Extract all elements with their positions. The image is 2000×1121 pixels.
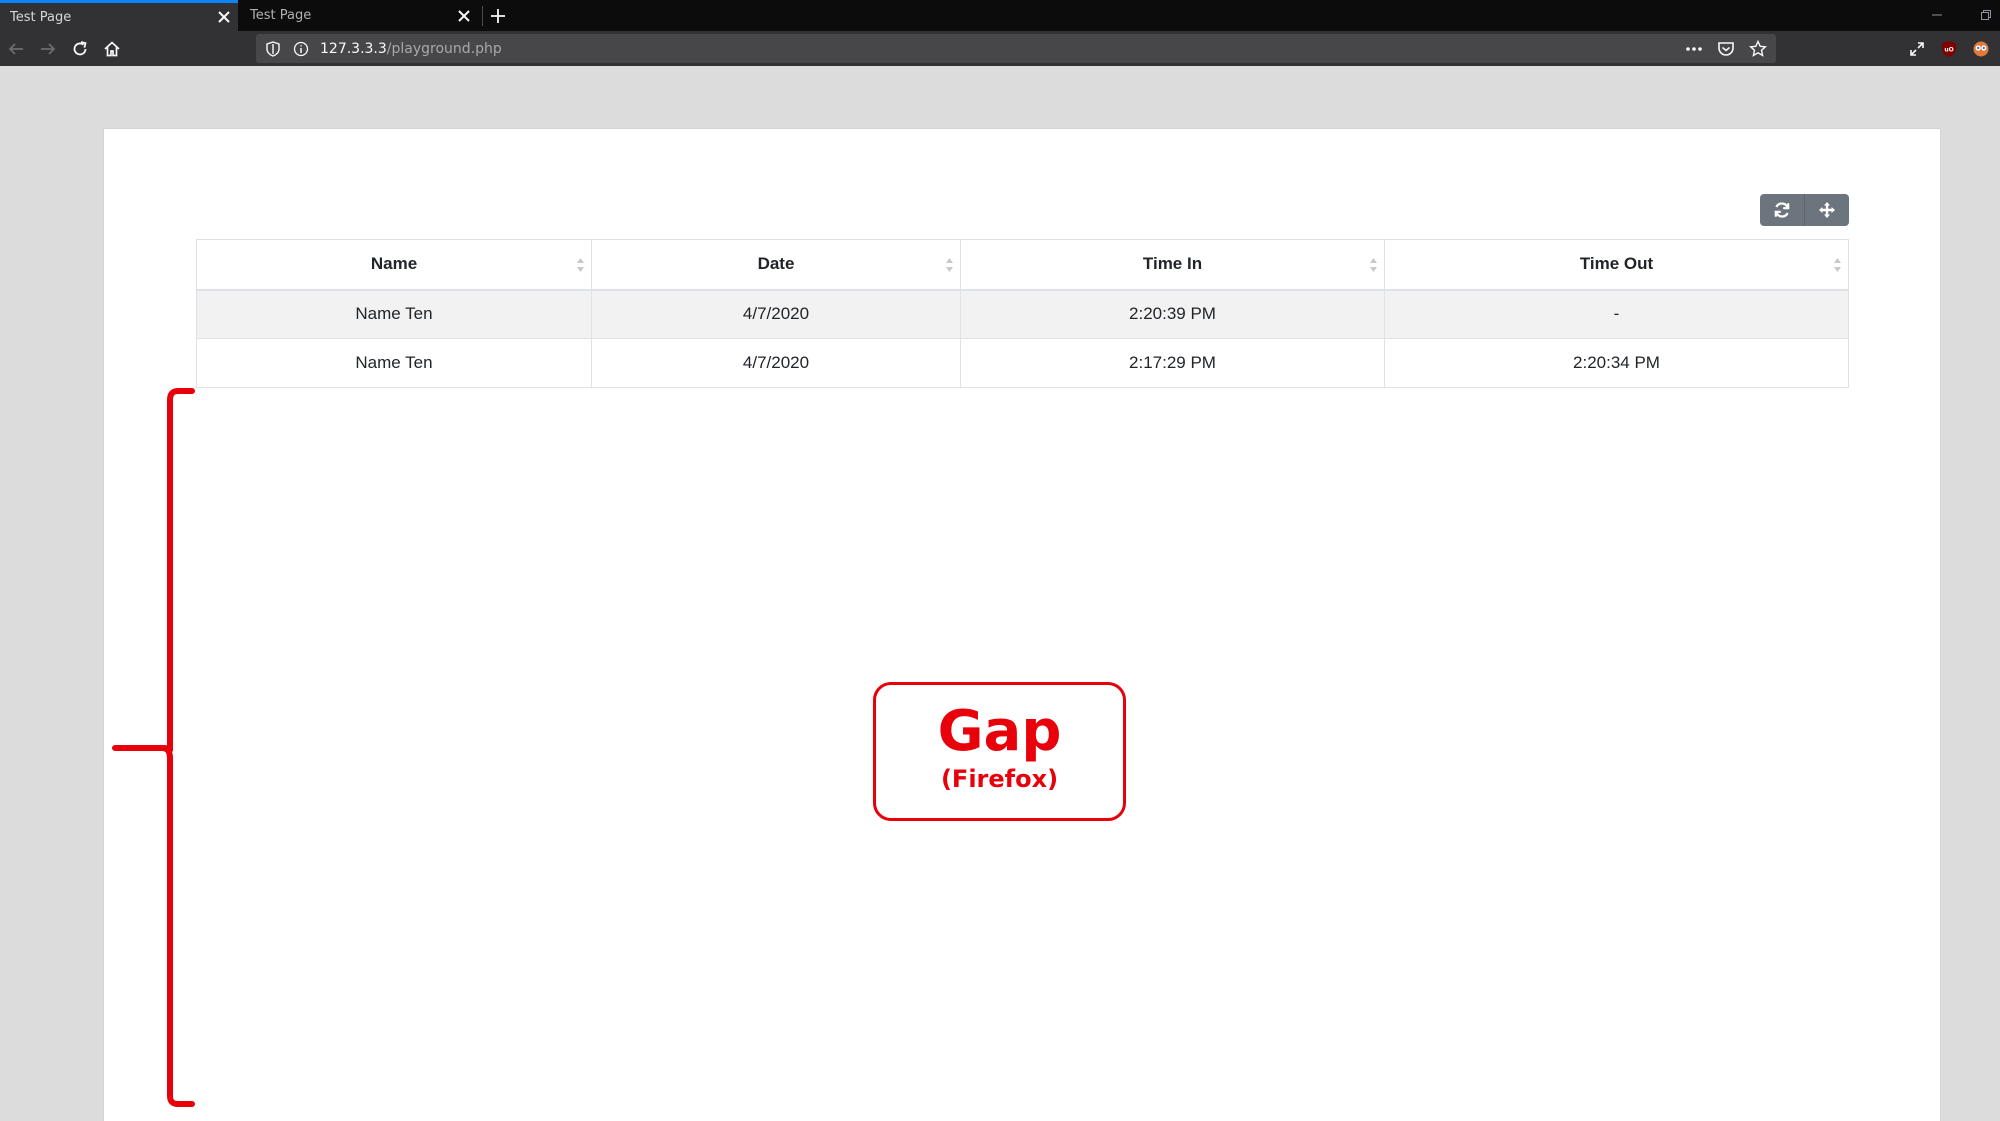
pocket-icon[interactable] — [1714, 37, 1738, 61]
cell-time-in: 2:20:39 PM — [960, 289, 1385, 339]
column-label: Time In — [1142, 254, 1203, 274]
gap-bracket-annotation — [112, 388, 195, 1107]
cell-date: 4/7/2020 — [591, 338, 961, 388]
page-viewport: Name Date Time In Time Out Name Ten 4/7/… — [0, 66, 2000, 1121]
table-row: Name Ten 4/7/2020 2:17:29 PM 2:20:34 PM — [196, 338, 1849, 388]
cell-name: Name Ten — [196, 289, 592, 339]
attendance-table: Name Date Time In Time Out Name Ten 4/7/… — [196, 239, 1849, 388]
tracking-shield-icon[interactable] — [262, 38, 284, 60]
cell-time-in: 2:17:29 PM — [960, 338, 1385, 388]
column-header-time-out[interactable]: Time Out — [1384, 239, 1849, 291]
url-path: /playground.php — [386, 40, 502, 57]
forward-arrow-icon[interactable] — [34, 35, 62, 63]
table-row: Name Ten 4/7/2020 2:20:39 PM - — [196, 289, 1849, 339]
sort-arrows-icon — [1370, 258, 1377, 272]
restore-icon[interactable] — [1976, 6, 1996, 24]
tab-title: Test Page — [250, 8, 312, 23]
site-info-icon[interactable] — [290, 38, 312, 60]
column-header-time-in[interactable]: Time In — [960, 239, 1385, 291]
gap-annotation-box: Gap (Firefox) — [873, 682, 1126, 821]
tab-close-icon[interactable] — [210, 3, 238, 31]
sort-arrows-icon — [946, 258, 953, 272]
content-card: Name Date Time In Time Out Name Ten 4/7/… — [103, 128, 1941, 1121]
sort-arrows-icon — [577, 258, 584, 272]
column-header-date[interactable]: Date — [591, 239, 961, 291]
ublock-origin-icon[interactable]: uO — [1935, 35, 1963, 63]
browser-navbar: 127.3.3.3/playground.php uO — [0, 31, 2000, 66]
browser-tab-1[interactable]: Test Page — [0, 0, 238, 31]
column-header-name[interactable]: Name — [196, 239, 592, 291]
bookmark-star-icon[interactable] — [1746, 37, 1770, 61]
minimize-icon[interactable] — [1927, 6, 1947, 24]
url-host: 127.3.3.3 — [320, 40, 387, 57]
refresh-button[interactable] — [1760, 194, 1804, 226]
url-text[interactable]: 127.3.3.3/playground.php — [320, 41, 502, 57]
fullscreen-expand-icon[interactable] — [1903, 35, 1931, 63]
extension-owl-icon[interactable] — [1967, 35, 1995, 63]
url-bar[interactable]: 127.3.3.3/playground.php — [256, 34, 1776, 63]
refresh-icon — [1774, 202, 1790, 218]
back-arrow-icon[interactable] — [2, 35, 30, 63]
tab-title: Test Page — [10, 9, 72, 25]
column-label: Time Out — [1579, 254, 1654, 274]
svg-text:uO: uO — [1944, 47, 1953, 54]
gap-annotation-title: Gap — [937, 699, 1062, 764]
gap-annotation-subtitle: (Firefox) — [940, 765, 1059, 793]
cell-date: 4/7/2020 — [591, 289, 961, 339]
browser-titlebar: Test Page Test Page — [0, 0, 2000, 31]
reload-icon[interactable] — [66, 35, 94, 63]
table-toolbar — [1760, 194, 1849, 226]
column-label: Name — [370, 254, 418, 274]
browser-tab-2[interactable]: Test Page — [240, 0, 478, 31]
cell-time-out: 2:20:34 PM — [1384, 338, 1849, 388]
home-icon[interactable] — [98, 35, 126, 63]
move-icon — [1819, 202, 1835, 218]
table-header-row: Name Date Time In Time Out — [196, 239, 1849, 291]
sort-arrows-icon — [1834, 258, 1841, 272]
new-tab-plus-icon[interactable] — [484, 2, 512, 30]
tab-separator — [482, 6, 483, 26]
column-label: Date — [757, 254, 795, 274]
page-actions-ellipsis-icon[interactable] — [1682, 37, 1706, 61]
cell-name: Name Ten — [196, 338, 592, 388]
tab-close-icon[interactable] — [450, 2, 478, 30]
cell-time-out: - — [1384, 289, 1849, 339]
move-button[interactable] — [1804, 194, 1849, 226]
